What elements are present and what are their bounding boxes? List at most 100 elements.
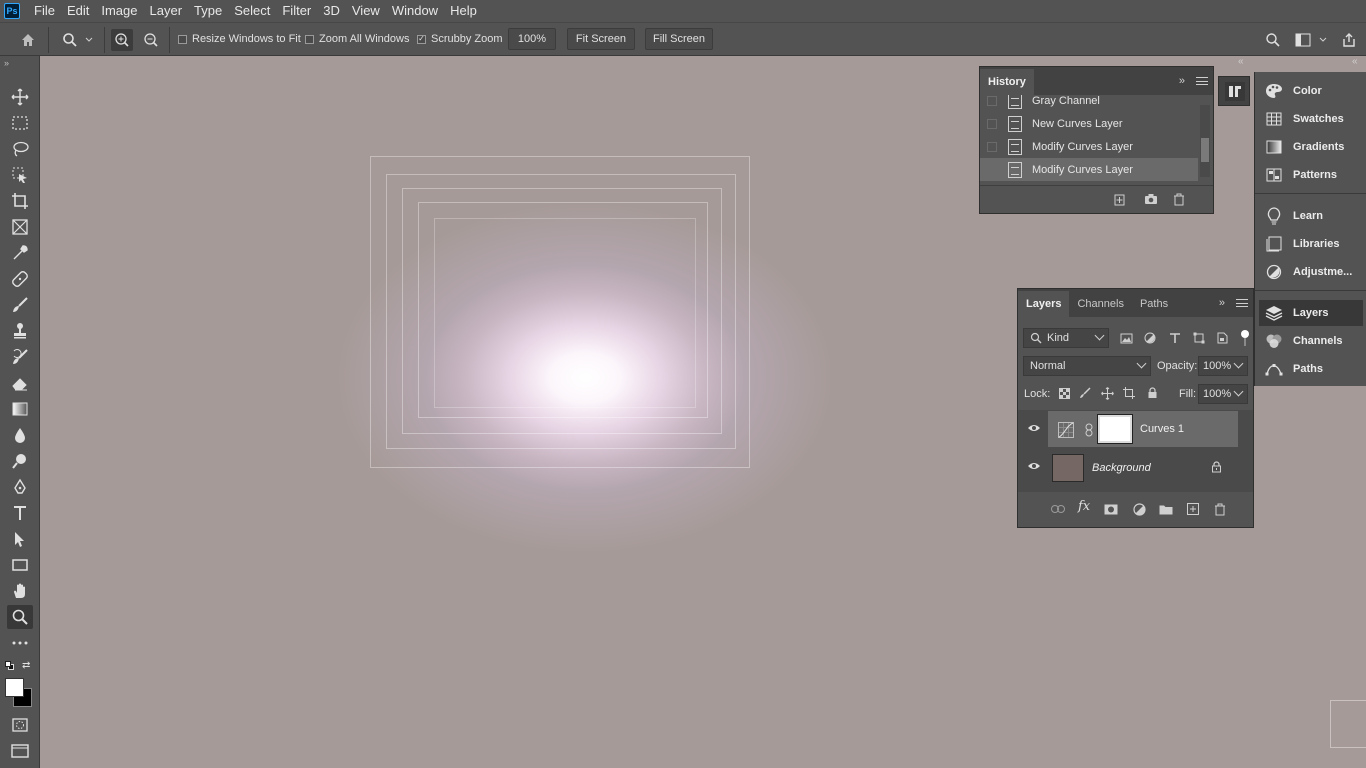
dock-gradients[interactable]: Gradients [1259, 134, 1363, 160]
lock-position-icon[interactable] [1100, 386, 1114, 400]
trash-icon[interactable] [1172, 192, 1186, 206]
tab-channels[interactable]: Channels [1069, 291, 1131, 317]
workspace-icon[interactable] [1292, 29, 1314, 51]
new-document-from-state-icon[interactable] [1112, 192, 1126, 206]
lock-transparent-pixels-icon[interactable] [1057, 386, 1071, 400]
dock-swatches[interactable]: Swatches [1259, 106, 1363, 132]
layer-name[interactable]: Background [1092, 462, 1151, 474]
zoom-tool-icon[interactable] [7, 605, 33, 629]
healing-brush-tool-icon[interactable] [7, 267, 33, 291]
checkbox-checked[interactable]: ✓ [417, 34, 426, 44]
blend-mode-select[interactable]: Normal [1023, 356, 1151, 376]
history-snapshot-checkbox[interactable] [987, 95, 997, 106]
mask-link-icon[interactable] [1085, 423, 1095, 437]
eyedropper-tool-icon[interactable] [7, 241, 33, 265]
dock-color[interactable]: Color [1259, 78, 1363, 104]
expand-panel-icon[interactable]: » [4, 58, 9, 68]
tab-layers[interactable]: Layers [1018, 291, 1070, 317]
history-icon[interactable] [1225, 82, 1245, 101]
dock-learn[interactable]: Learn [1259, 203, 1363, 229]
visibility-eye-icon[interactable] [1027, 421, 1041, 435]
new-group-folder-icon[interactable] [1159, 502, 1173, 516]
layer-row-background[interactable]: Background [1048, 450, 1238, 486]
lock-artboard-icon[interactable] [1122, 386, 1136, 400]
menu-3d[interactable]: 3D [317, 0, 346, 22]
hand-tool-icon[interactable] [7, 579, 33, 603]
panel-menu-icon[interactable] [1236, 299, 1248, 307]
lock-all-icon[interactable] [1145, 386, 1159, 400]
dock-channels[interactable]: Channels [1259, 328, 1363, 354]
frame-tool-icon[interactable] [7, 215, 33, 239]
chevron-down-icon[interactable] [82, 29, 96, 51]
move-tool-icon[interactable] [7, 85, 33, 109]
history-scrollbar[interactable] [1200, 105, 1210, 177]
swap-colors-icon[interactable]: ⇄ [22, 660, 30, 671]
menu-select[interactable]: Select [228, 0, 276, 22]
more-tools-icon[interactable] [7, 631, 33, 655]
menu-help[interactable]: Help [444, 0, 483, 22]
history-brush-tool-icon[interactable] [7, 345, 33, 369]
menu-file[interactable]: File [28, 0, 61, 22]
zoom-all-windows-checkbox[interactable]: Zoom All Windows [305, 33, 409, 45]
menu-layer[interactable]: Layer [144, 0, 189, 22]
menu-window[interactable]: Window [386, 0, 444, 22]
add-layer-style-icon[interactable]: fx [1078, 499, 1090, 514]
scrubby-zoom-checkbox[interactable]: ✓ Scrubby Zoom [417, 33, 503, 45]
collapse-column-icon[interactable]: « [1238, 56, 1244, 67]
link-layers-icon[interactable] [1051, 502, 1065, 516]
history-item[interactable]: Modify Curves Layer [980, 135, 1198, 158]
delete-layer-icon[interactable] [1213, 502, 1227, 516]
lock-image-pixels-icon[interactable] [1078, 386, 1092, 400]
dock-layers[interactable]: Layers [1259, 300, 1363, 326]
menu-filter[interactable]: Filter [276, 0, 317, 22]
screen-mode-icon[interactable] [7, 739, 33, 763]
layer-mask-thumbnail[interactable] [1097, 414, 1133, 444]
panel-menu-icon[interactable] [1196, 77, 1208, 85]
zoom-value-field[interactable]: 100% [508, 28, 556, 50]
filter-adjustment-icon[interactable] [1143, 331, 1157, 345]
layer-row-curves[interactable]: Curves 1 [1048, 411, 1238, 447]
filter-kind-select[interactable]: Kind [1023, 328, 1109, 348]
checkbox-box[interactable] [178, 34, 187, 44]
home-icon[interactable] [17, 29, 39, 51]
path-selection-tool-icon[interactable] [7, 527, 33, 551]
lasso-tool-icon[interactable] [7, 137, 33, 161]
dock-patterns[interactable]: Patterns [1259, 162, 1363, 188]
crop-tool-icon[interactable] [7, 189, 33, 213]
opacity-field[interactable]: 100% [1198, 356, 1248, 376]
type-tool-icon[interactable] [7, 501, 33, 525]
quick-mask-icon[interactable] [7, 713, 33, 737]
history-snapshot-checkbox[interactable] [987, 141, 997, 152]
clone-stamp-tool-icon[interactable] [7, 319, 33, 343]
resize-windows-checkbox[interactable]: Resize Windows to Fit [178, 33, 301, 45]
collapse-panel-icon[interactable]: » [1219, 297, 1225, 309]
dock-paths[interactable]: Paths [1259, 356, 1363, 382]
checkbox-box[interactable] [305, 34, 314, 44]
menu-type[interactable]: Type [188, 0, 228, 22]
rectangle-tool-icon[interactable] [7, 553, 33, 577]
camera-icon[interactable] [1144, 192, 1158, 206]
chevron-down-icon[interactable] [1316, 29, 1330, 51]
marquee-tool-icon[interactable] [7, 111, 33, 135]
add-mask-icon[interactable] [1104, 502, 1118, 516]
history-dock-button[interactable] [1218, 76, 1250, 106]
filter-pixel-icon[interactable] [1119, 331, 1133, 345]
history-item-selected[interactable]: Modify Curves Layer [980, 158, 1198, 181]
tab-paths[interactable]: Paths [1132, 291, 1176, 317]
new-adjustment-layer-icon[interactable] [1132, 502, 1146, 516]
history-snapshot-checkbox[interactable] [987, 118, 997, 129]
collapse-panel-icon[interactable]: » [1179, 75, 1185, 87]
blur-tool-icon[interactable] [7, 423, 33, 447]
share-icon[interactable] [1338, 29, 1360, 51]
filter-type-icon[interactable] [1168, 331, 1182, 345]
filter-smart-object-icon[interactable] [1215, 331, 1229, 345]
scrollbar-thumb[interactable] [1201, 138, 1209, 162]
collapse-dock-icon[interactable]: « [1352, 56, 1358, 67]
dodge-tool-icon[interactable] [7, 449, 33, 473]
zoom-out-icon[interactable] [140, 29, 162, 51]
visibility-eye-icon[interactable] [1027, 459, 1041, 473]
menu-image[interactable]: Image [95, 0, 143, 22]
eraser-tool-icon[interactable] [7, 371, 33, 395]
fill-field[interactable]: 100% [1198, 384, 1248, 404]
menu-view[interactable]: View [346, 0, 386, 22]
